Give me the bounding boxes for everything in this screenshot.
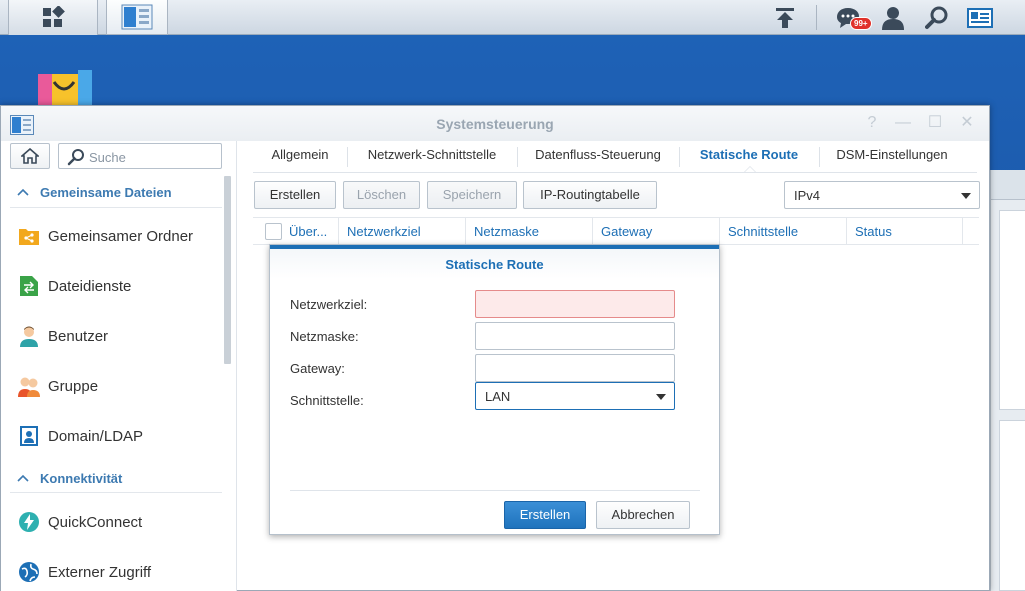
taskbar-separator: [816, 5, 817, 30]
sidebar-item-user[interactable]: Benutzer: [17, 320, 222, 352]
sidebar-item-label: Gruppe: [48, 377, 99, 395]
section-divider: [10, 207, 222, 208]
search-icon: [67, 149, 84, 166]
gateway-label: Gateway:: [290, 361, 345, 376]
tab-network-interface[interactable]: Netzwerk-Schnittstelle: [347, 141, 517, 173]
section-title: Gemeinsame Dateien: [40, 184, 172, 200]
shopping-bag-icon: [38, 70, 92, 114]
interface-select[interactable]: LAN: [475, 382, 675, 410]
delete-button[interactable]: Löschen: [343, 181, 420, 209]
widgets-button[interactable]: [960, 0, 1000, 35]
static-route-dialog: Statische Route Netzwerkziel: Netzmaske:…: [269, 244, 720, 535]
window-titlebar[interactable]: Systemsteuerung ? — ☐ ✕: [1, 106, 989, 141]
grid-apps-icon: [43, 5, 65, 27]
netmask-input[interactable]: [475, 322, 675, 350]
control-panel-taskbar-button[interactable]: [106, 0, 168, 35]
create-button[interactable]: Erstellen: [254, 181, 336, 209]
group-icon: [17, 374, 41, 398]
section-shared-files[interactable]: Gemeinsame Dateien: [17, 182, 172, 202]
quickconnect-icon: [17, 510, 41, 534]
sidebar-item-external-access[interactable]: Externer Zugriff: [17, 556, 222, 588]
user-button[interactable]: [873, 0, 913, 35]
close-button[interactable]: ✕: [958, 114, 976, 132]
upload-button[interactable]: [765, 0, 805, 35]
package-center-desktop-icon[interactable]: [34, 64, 94, 114]
minimize-button[interactable]: —: [894, 114, 912, 132]
taskbar: 99+: [0, 0, 1025, 35]
notification-badge: 99+: [850, 17, 872, 30]
chevron-up-icon: [17, 474, 29, 482]
sidebar-item-label: QuickConnect: [48, 513, 143, 531]
sidebar-scrollbar[interactable]: [224, 176, 231, 364]
search-box: [58, 143, 222, 169]
ip-routing-table-button[interactable]: IP-Routingtabelle: [523, 181, 657, 209]
interface-value: LAN: [485, 389, 511, 404]
help-button[interactable]: ?: [863, 114, 881, 132]
sidebar: Gemeinsame Dateien Gemeinsamer Ordner Da…: [1, 141, 237, 591]
select-all-checkbox[interactable]: [265, 223, 282, 240]
maximize-button[interactable]: ☐: [926, 114, 944, 132]
upload-icon: [776, 7, 794, 28]
tab-bar: Allgemein Netzwerk-Schnittstelle Datenfl…: [253, 141, 977, 173]
section-title: Konnektivität: [40, 470, 123, 486]
network-target-input[interactable]: [475, 290, 675, 318]
file-services-icon: [17, 274, 41, 298]
home-button[interactable]: [10, 143, 50, 169]
main-menu-button[interactable]: [8, 0, 98, 35]
dialog-title[interactable]: Statische Route: [270, 249, 719, 279]
external-access-icon: [17, 560, 41, 584]
sidebar-item-quickconnect[interactable]: QuickConnect: [17, 506, 222, 538]
column-header-netmask[interactable]: Netzmaske: [465, 218, 592, 245]
route-grid-header: Über... Netzwerkziel Netzmaske Gateway S…: [253, 217, 979, 245]
background-window: [990, 170, 1025, 591]
window-title: Systemsteuerung: [436, 116, 554, 132]
sidebar-item-label: Benutzer: [48, 327, 109, 345]
sidebar-item-label: Domain/LDAP: [48, 427, 144, 445]
save-button[interactable]: Speichern: [427, 181, 517, 209]
dialog-cancel-button[interactable]: Abbrechen: [596, 501, 690, 529]
widgets-icon: [967, 7, 993, 28]
column-header-description[interactable]: Über...: [281, 218, 338, 245]
control-panel-icon: [121, 4, 153, 30]
column-header-gateway[interactable]: Gateway: [592, 218, 719, 245]
interface-label: Schnittstelle:: [290, 393, 364, 408]
sidebar-item-domain-ldap[interactable]: Domain/LDAP: [17, 420, 222, 452]
column-header-network-target[interactable]: Netzwerkziel: [338, 218, 465, 245]
ip-version-value: IPv4: [794, 188, 821, 203]
dialog-create-button[interactable]: Erstellen: [504, 501, 586, 529]
column-header-status[interactable]: Status: [846, 218, 963, 245]
active-tab-indicator: [744, 166, 756, 172]
control-panel-window: Systemsteuerung ? — ☐ ✕ Gemeinsame Datei…: [0, 105, 990, 591]
sidebar-item-label: Dateidienste: [48, 277, 132, 295]
dialog-divider: [290, 490, 700, 491]
search-button[interactable]: [917, 0, 957, 35]
domain-ldap-icon: [17, 424, 41, 448]
dropdown-arrow-icon: [656, 394, 666, 400]
sidebar-item-label: Gemeinsamer Ordner: [48, 227, 194, 245]
tab-traffic-control[interactable]: Datenfluss-Steuerung: [517, 141, 679, 173]
section-divider: [10, 492, 222, 493]
person-icon: [882, 6, 904, 30]
gateway-input[interactable]: [475, 354, 675, 382]
home-icon: [21, 148, 39, 164]
sidebar-item-shared-folder[interactable]: Gemeinsamer Ordner: [17, 220, 222, 252]
column-header-interface[interactable]: Schnittstelle: [719, 218, 846, 245]
sidebar-item-file-services[interactable]: Dateidienste: [17, 270, 222, 302]
sidebar-item-group[interactable]: Gruppe: [17, 370, 222, 402]
magnifier-icon: [925, 6, 948, 29]
ip-version-select[interactable]: IPv4: [784, 181, 980, 209]
netmask-label: Netzmaske:: [290, 329, 359, 344]
sidebar-item-label: Externer Zugriff: [48, 563, 152, 581]
chevron-up-icon: [17, 188, 29, 196]
user-icon: [17, 324, 41, 348]
dropdown-arrow-icon: [961, 193, 971, 199]
shared-folder-icon: [17, 224, 41, 248]
network-target-label: Netzwerkziel:: [290, 297, 368, 312]
tab-dsm-settings[interactable]: DSM-Einstellungen: [819, 141, 965, 173]
section-connectivity[interactable]: Konnektivität: [17, 468, 122, 488]
tab-general[interactable]: Allgemein: [253, 141, 347, 173]
search-input[interactable]: [89, 147, 217, 167]
